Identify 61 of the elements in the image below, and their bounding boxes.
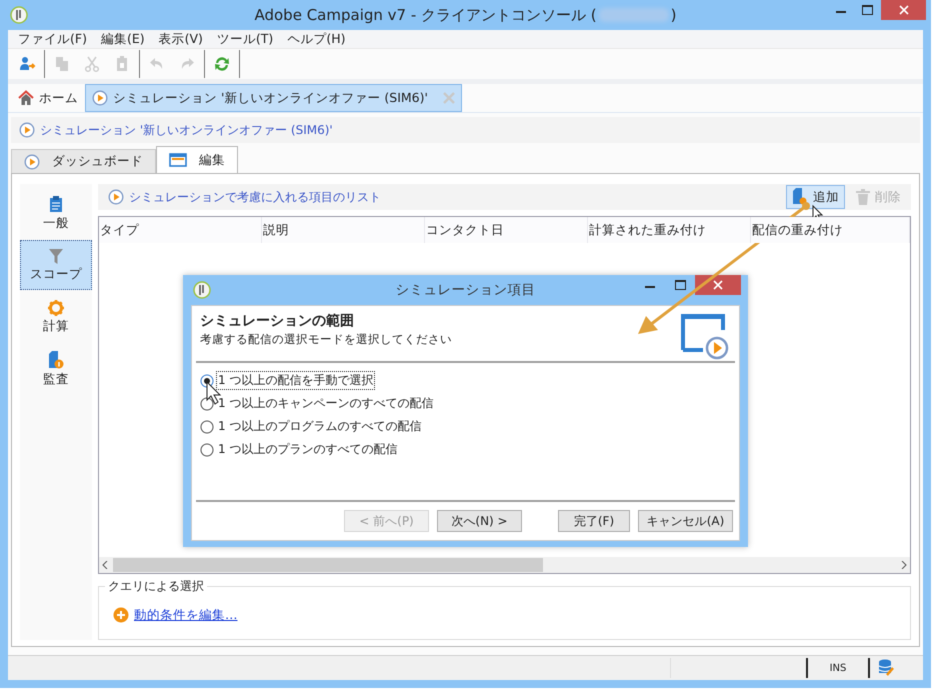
horizontal-scrollbar[interactable] [99,557,910,574]
wizard-button[interactable]: 次へ(N) > [437,510,522,532]
radio-button[interactable] [200,420,214,434]
close-icon [898,5,908,15]
sidebar-item[interactable]: スコープ [20,240,92,290]
close-button[interactable] [695,275,741,295]
view-tab[interactable]: 編集 [156,146,238,174]
window-title-end: ) [670,6,677,24]
trash-icon [856,189,870,206]
radio-option[interactable]: 1 つ以上のキャンペーンのすべての配信 [200,394,735,413]
blurred-text [598,8,669,22]
close-button[interactable] [881,0,926,20]
house-icon [18,90,34,106]
radio-button[interactable] [200,442,214,456]
column-header[interactable]: 配信の重み付け [751,217,910,244]
plus-circle-icon [113,607,129,624]
radio-button[interactable] [200,396,214,410]
close-icon [713,280,723,290]
column-header[interactable]: 計算された重み付け [588,217,751,244]
clipboard-icon [49,194,63,213]
maximize-icon[interactable] [674,280,686,290]
column-header[interactable]: コンタクト日 [425,217,588,244]
play-icon [19,122,35,138]
column-header[interactable]: タイプ [99,217,262,244]
app-logo-icon [193,281,211,299]
column-header[interactable]: 説明 [262,217,425,244]
play-icon [108,189,124,206]
funnel-icon [49,248,63,264]
window-icon [169,153,187,168]
menu-item[interactable]: 編集(E) [94,30,151,48]
play-icon [24,154,40,170]
menu-item[interactable]: ツール(T) [210,30,280,48]
play-icon [92,90,108,106]
wizard-button[interactable]: 完了(F) [558,510,630,532]
app-logo-icon [10,6,28,24]
wizard-button[interactable]: キャンセル(A) [638,510,733,532]
sidebar-item[interactable]: 監査 [20,344,92,394]
radio-option[interactable]: 1 つ以上のプランのすべての配信 [200,440,735,459]
menu-item[interactable]: 表示(V) [152,30,209,48]
document-tab[interactable]: シミュレーション '新しいオンラインオファー (SIM6)' [85,84,462,112]
dialog-subtitle: 考慮する配信の選択モードを選択してください [200,332,453,347]
menu-item[interactable]: ヘルプ(H) [281,30,352,48]
document-gear-icon [792,188,808,206]
view-tab[interactable]: ダッシュボード [11,149,156,174]
refresh-icon[interactable] [213,55,231,74]
insert-mode-indicator: INS [830,662,846,674]
sidebar-item[interactable]: 一般 [20,188,92,238]
gear-icon [48,300,64,316]
maximize-icon[interactable] [862,5,873,15]
radio-option[interactable]: 1 つ以上のプログラムのすべての配信 [200,417,735,436]
dialog-title: シミュレーション項目 [396,281,536,299]
database-icon [878,659,894,678]
list-title: シミュレーションで考慮に入れる項目のリスト [129,188,382,206]
sidebar-item[interactable]: 計算 [20,292,92,342]
document-tab[interactable]: ホーム [11,84,85,112]
window-title: Adobe Campaign v7 - クライアントコンソール ( [254,6,597,24]
menu-item[interactable]: ファイル(F) [12,30,93,48]
dialog-heading: シミュレーションの範囲 [200,312,355,330]
document-info-icon [48,350,64,369]
add-button[interactable]: 追加 [786,185,845,210]
edit-conditions-link[interactable]: 動的条件を編集… [134,606,238,624]
